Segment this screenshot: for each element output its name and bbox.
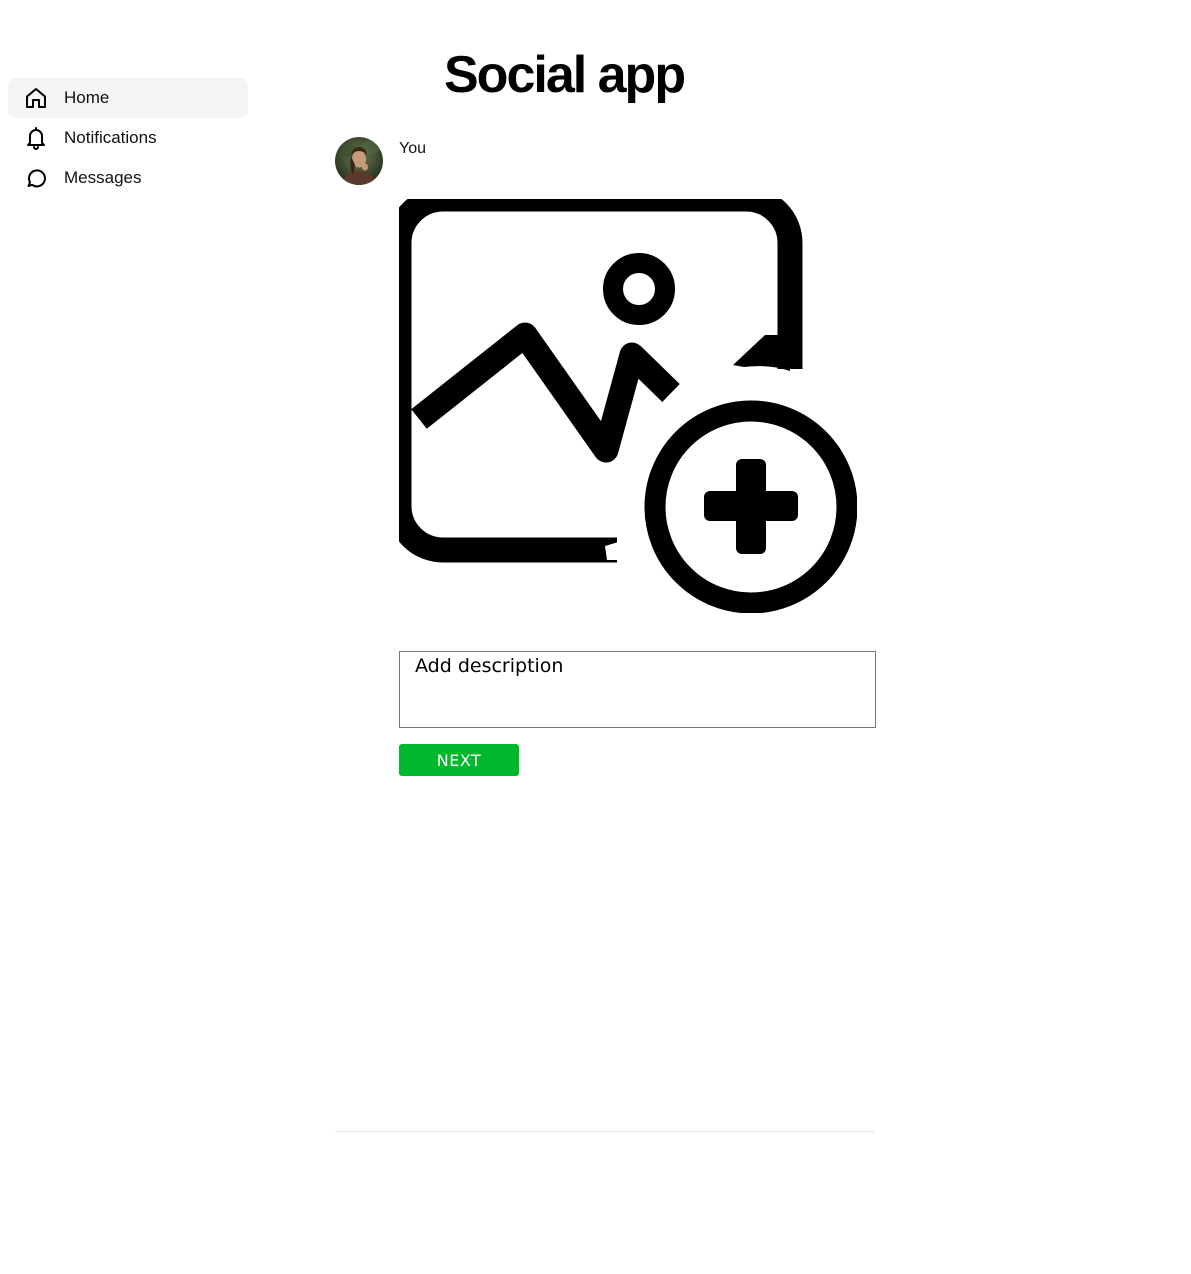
page-title: Social app — [444, 46, 686, 104]
add-image-button[interactable] — [386, 186, 858, 614]
sidebar-item-label: Notifications — [64, 128, 157, 147]
add-image-icon — [386, 186, 858, 614]
sidebar-item-home[interactable]: Home — [8, 78, 248, 118]
post-author-name: You — [399, 140, 426, 157]
bell-icon — [24, 126, 48, 150]
sidebar-item-label: Home — [64, 88, 110, 107]
home-icon — [24, 86, 48, 110]
divider — [335, 1131, 874, 1132]
sidebar-item-label: Messages — [64, 168, 142, 187]
sidebar-item-notifications[interactable]: Notifications — [8, 118, 248, 158]
description-input[interactable] — [399, 651, 876, 728]
sidebar: Home Notifications Messages — [8, 78, 248, 198]
avatar — [335, 137, 383, 185]
next-button[interactable]: NEXT — [399, 744, 519, 776]
message-icon — [24, 166, 48, 190]
sidebar-item-messages[interactable]: Messages — [8, 158, 248, 198]
